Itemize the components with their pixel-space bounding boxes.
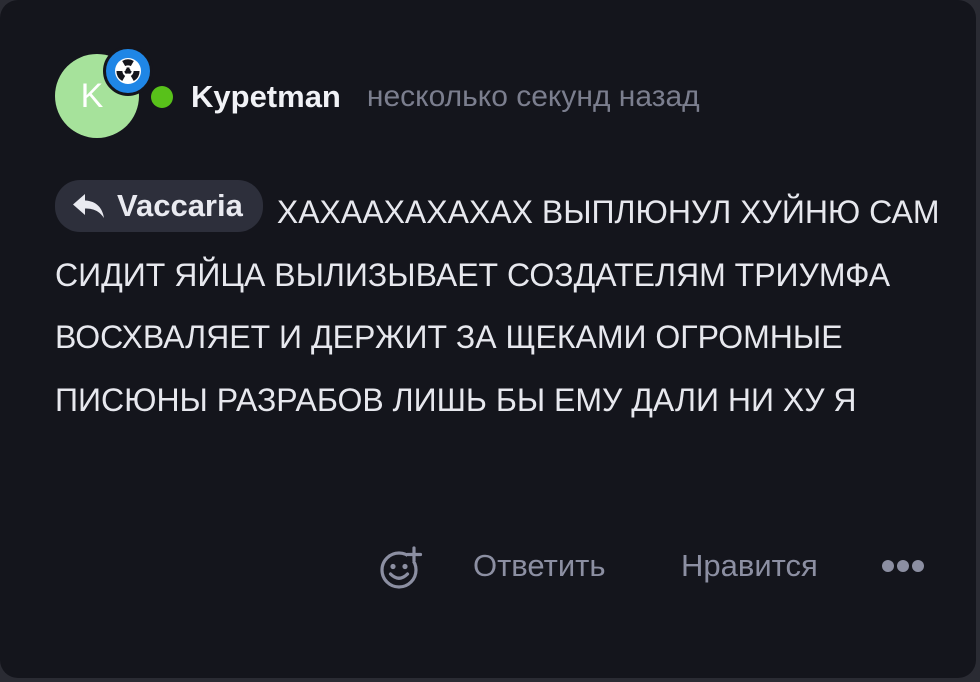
comment-header: K Kypetman несколько секунд назад (55, 46, 700, 142)
comment-timestamp[interactable]: несколько секунд назад (367, 80, 700, 114)
comment-body: Vaccaria ХАХААХАХАХАХ ВЫПЛЮНУЛ ХУЙНЮ САМ … (55, 180, 960, 431)
reply-to-name: Vaccaria (117, 188, 243, 223)
reply-to-chip[interactable]: Vaccaria (55, 180, 263, 232)
more-dots-icon[interactable] (880, 554, 926, 578)
reply-button[interactable]: Ответить (473, 546, 606, 586)
add-emoji-icon[interactable] (378, 544, 426, 590)
online-status-dot (151, 86, 173, 108)
comment-card: K Kypetman несколько секунд назад Vaccar… (0, 0, 976, 678)
avatar-wrapper[interactable]: K (55, 46, 153, 140)
author-name[interactable]: Kypetman (191, 79, 341, 115)
comment-actions: Ответить Нравится (0, 538, 976, 598)
radiation-icon (103, 46, 153, 96)
like-button[interactable]: Нравится (681, 546, 818, 586)
reply-arrow-icon (73, 194, 104, 218)
